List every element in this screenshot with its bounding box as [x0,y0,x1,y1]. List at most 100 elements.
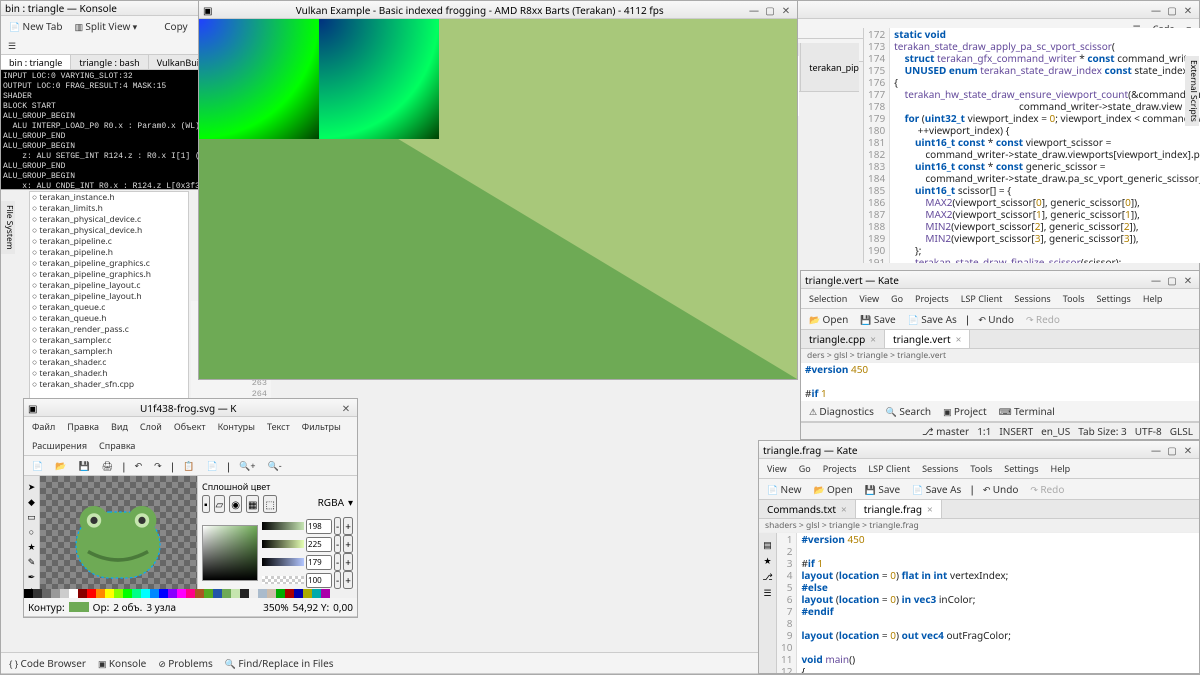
file-item[interactable]: ○ terakan_pipeline_layout.c [30,280,188,291]
file-item[interactable]: ○ terakan_pipeline.c [30,236,188,247]
text-icon[interactable]: A [25,585,39,589]
file-item[interactable]: ○ terakan_shader.c [30,357,188,368]
swatch[interactable] [150,589,159,598]
copy-button[interactable]: Copy [160,18,191,34]
kate1-tabs[interactable]: triangle.cpp× triangle.vert× [801,330,1199,349]
swatch[interactable] [258,589,267,598]
pen-icon[interactable]: ✒ [25,570,39,583]
swatch[interactable] [231,589,240,598]
undo-button[interactable]: ↶ Undo [974,311,1018,327]
flat-fill-icon[interactable]: ▪ [202,495,210,513]
kate2-menubar[interactable]: ViewGoProjectsLSP ClientSessionsToolsSet… [759,459,1199,479]
svgedit-toolbox[interactable]: ➤◆▭○★✎✒A▦💧 [24,476,40,589]
hamburger-icon[interactable]: ☰ [5,38,19,52]
swatch[interactable] [24,589,33,598]
rect-icon[interactable]: ▭ [25,510,39,523]
save-button[interactable]: 💾 Save [861,481,904,497]
swatch[interactable] [69,589,78,598]
redo-button[interactable]: ↷ Redo [1022,311,1064,327]
close-icon[interactable]: ✕ [1181,3,1195,17]
sidebar-filesystem[interactable]: File System [1,201,15,254]
swatch[interactable] [132,589,141,598]
kate2-tabs[interactable]: Commands.txt× triangle.frag× [759,500,1199,519]
redo-button[interactable]: ↷ Redo [1026,481,1068,497]
swatch[interactable] [186,589,195,598]
konsole-panel[interactable]: ▣ Konsole [94,655,150,671]
max-icon[interactable]: ▢ [1165,273,1179,287]
color-picker[interactable] [202,525,258,581]
swatch[interactable] [123,589,132,598]
file-item[interactable]: ○ terakan_pipeline_graphics.c [30,258,188,269]
find-panel[interactable]: 🔍 Find/Replace in Files [221,655,338,671]
min-icon[interactable]: — [747,3,761,17]
min-icon[interactable]: — [1149,273,1163,287]
close-icon[interactable]: ✕ [1181,273,1195,287]
g-value[interactable] [306,537,332,552]
close-icon[interactable]: ✕ [779,3,793,17]
swatch[interactable] [276,589,285,598]
swatch[interactable] [42,589,51,598]
swatch[interactable] [204,589,213,598]
node-icon[interactable]: ◆ [25,495,39,508]
save-as-button[interactable]: 📄 Save As [904,311,961,327]
radial-grad-icon[interactable]: ◉ [229,495,242,513]
close-icon[interactable]: ✕ [1181,443,1195,457]
file-tree[interactable]: ○ terakan_instance.h○ terakan_limits.h○ … [29,191,189,401]
redo-icon[interactable]: ↷ [150,458,166,473]
file-item[interactable]: ○ terakan_instance.h [30,192,188,203]
zoom-level[interactable]: 350% [263,600,288,614]
svgedit-color-panel[interactable]: Сплошной цвет ▪▱◉▦⬚ RGBA▾ -+ -+ -+ -+ [197,476,357,589]
new-icon[interactable]: 📄 [28,458,47,473]
kate2-sidebar[interactable]: ▤★⎇☰ [759,533,777,673]
vulkan-canvas[interactable] [199,19,797,379]
swatch[interactable] [249,589,258,598]
swatch[interactable] [321,589,330,598]
file-item[interactable]: ○ terakan_pipeline_layout.h [30,291,188,302]
b-value[interactable] [306,555,332,570]
undo-button[interactable]: ↶ Undo [979,481,1023,497]
swatch[interactable] [222,589,231,598]
kate1-toolbar[interactable]: 📂 Open 💾 Save 📄 Save As | ↶ Undo ↷ Redo [801,309,1199,330]
r-value[interactable] [306,519,332,534]
svgedit-canvas[interactable] [40,476,197,589]
bookmarks-icon[interactable]: ★ [761,553,775,567]
file-item[interactable]: ○ terakan_physical_device.c [30,214,188,225]
swatch[interactable] [285,589,294,598]
swatch[interactable] [312,589,321,598]
breadcrumb[interactable]: ders > glsl > triangle > triangle.vert [801,349,1199,363]
file-item[interactable]: ○ terakan_physical_device.h [30,225,188,236]
svgedit-titlebar[interactable]: ▣U1f438-frog.svg — K ✕ [24,399,357,417]
kate1-menubar[interactable]: SelectionViewGoProjectsLSP ClientSession… [801,289,1199,309]
circle-icon[interactable]: ○ [25,525,39,538]
git-icon[interactable]: ⎇ [761,569,775,583]
swatch[interactable] [294,589,303,598]
min-icon[interactable]: — [1149,443,1163,457]
open-icon[interactable]: 📂 [51,458,70,473]
save-as-button[interactable]: 📄 Save As [908,481,965,497]
file-item[interactable]: ○ terakan_shader.h [30,368,188,379]
kate2-toolbar[interactable]: 📄 New 📂 Open 💾 Save 📄 Save As | ↶ Undo ↷… [759,479,1199,500]
swatch[interactable] [87,589,96,598]
swatch[interactable] [105,589,114,598]
linear-grad-icon[interactable]: ▱ [214,495,226,513]
swatch-icon[interactable]: ⬚ [263,495,276,513]
file-item[interactable]: ○ terakan_queue.h [30,313,188,324]
code-browser-panel[interactable]: { } Code Browser [5,655,90,671]
swatch[interactable] [141,589,150,598]
kate1-bottom[interactable]: ⚠ Diagnostics 🔍 Search ▣ Project ⌨ Termi… [801,401,1199,422]
swatch-palette[interactable] [24,589,357,598]
swatch[interactable] [195,589,204,598]
new-tab-button[interactable]: 📄 New Tab [5,18,67,34]
swatch[interactable] [177,589,186,598]
swatch[interactable] [51,589,60,598]
save-button[interactable]: 💾 Save [856,311,899,327]
swatch[interactable] [303,589,312,598]
file-item[interactable]: ○ terakan_shader_sfn.cpp [30,379,188,390]
pointer-icon[interactable]: ➤ [25,480,39,493]
zoom-in-icon[interactable]: 🔍+ [235,458,259,473]
max-icon[interactable]: ▢ [1165,3,1179,17]
outline-icon[interactable]: ☰ [761,585,775,599]
vkexample-titlebar[interactable]: ▣ Vulkan Example - Basic indexed froggin… [199,1,797,19]
sidebar-external-scripts[interactable]: External Scripts [1185,56,1199,126]
pattern-icon[interactable]: ▦ [246,495,259,513]
